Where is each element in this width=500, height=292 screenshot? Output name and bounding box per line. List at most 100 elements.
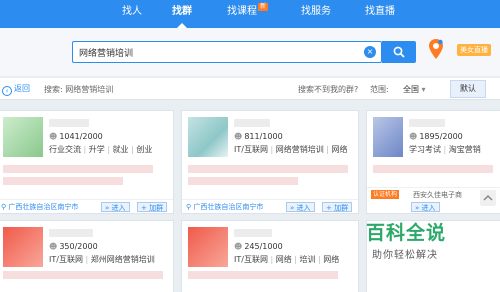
member-count-text: 811/1000 bbox=[244, 132, 283, 141]
enter-button[interactable]: » 进入 bbox=[411, 202, 440, 212]
description-blurred bbox=[188, 271, 338, 279]
group-tags: 行业交流升学就业创业 bbox=[49, 144, 152, 155]
results-grid: ☻1041/2000 行业交流升学就业创业 ⚲ 广西壮族自治区南宁市 » 进入 … bbox=[0, 106, 500, 292]
enter-label: 进入 bbox=[421, 204, 436, 212]
group-avatar bbox=[188, 117, 228, 157]
people-icon: ☻ bbox=[49, 132, 58, 141]
new-badge: 新 bbox=[258, 3, 269, 11]
scroll-to-top-button[interactable] bbox=[480, 190, 496, 206]
group-location-text: 广西壮族自治区南宁市 bbox=[8, 203, 79, 211]
tag: 网络 bbox=[268, 255, 292, 264]
tab-find-groups[interactable]: 找群 bbox=[160, 0, 204, 28]
watermark-logo: 百科全说 助你轻松解决 bbox=[366, 216, 476, 264]
tag: 网络 bbox=[316, 255, 340, 264]
description-blurred bbox=[3, 271, 163, 279]
group-tags: 学习考试淘宝营销 bbox=[409, 144, 481, 155]
tag: IT/互联网 bbox=[49, 255, 83, 264]
group-card[interactable]: ☻1041/2000 行业交流升学就业创业 ⚲ 广西壮族自治区南宁市 » 进入 … bbox=[0, 110, 174, 214]
group-location: ⚲ 广西壮族自治区南宁市 bbox=[186, 203, 264, 211]
group-card[interactable]: ☻245/1000 IT/互联网网络培训网络 bbox=[181, 220, 359, 292]
description-blurred bbox=[3, 177, 123, 185]
group-avatar bbox=[3, 117, 43, 157]
people-icon: ☻ bbox=[49, 242, 58, 251]
tag: 创业 bbox=[129, 145, 153, 154]
group-tags: IT/互联网网络营销培训网络 bbox=[234, 144, 348, 155]
tag: 学习考试 bbox=[409, 145, 441, 154]
member-count: ☻ 350/2000 bbox=[49, 242, 98, 251]
group-avatar bbox=[373, 117, 403, 157]
tag: 网络营销培训 bbox=[268, 145, 324, 154]
watermark-subtitle: 助你轻松解决 bbox=[372, 250, 438, 261]
filter-bar: ‹返回 搜索: 网络营销培训 搜索不到我的群? 范围: 全国 默认 bbox=[0, 78, 500, 100]
member-count: ☻ 811/1000 bbox=[234, 132, 283, 141]
group-card[interactable]: ☻811/1000 IT/互联网网络营销培训网络 ⚲ 广西壮族自治区南宁市 » … bbox=[181, 110, 359, 214]
card-footer: ⚲ 广西壮族自治区南宁市 » 进入 + 加群 bbox=[182, 199, 358, 213]
member-count-text: 350/2000 bbox=[59, 242, 98, 251]
map-pin-icon[interactable] bbox=[428, 38, 444, 60]
people-icon: ☻ bbox=[234, 132, 243, 141]
description-blurred bbox=[3, 165, 153, 173]
group-name-blurred bbox=[49, 229, 93, 237]
chevron-up-icon bbox=[483, 194, 493, 201]
search-button[interactable] bbox=[382, 41, 416, 63]
search-input[interactable] bbox=[79, 45, 359, 59]
group-tags: IT/互联网郑州网络营销培训 bbox=[49, 254, 155, 265]
card-footer: ⚲ 广西壮族自治区南宁市 » 进入 + 加群 bbox=[0, 199, 173, 213]
back-label: 返回 bbox=[14, 84, 30, 93]
description-blurred bbox=[188, 165, 348, 173]
tag: 升学 bbox=[81, 145, 105, 154]
not-found-link[interactable]: 搜索不到我的群? bbox=[298, 84, 358, 95]
tab-find-courses-label: 找课程 bbox=[227, 6, 257, 17]
group-name-blurred bbox=[234, 119, 270, 127]
live-badge[interactable]: 美女直播 bbox=[457, 44, 491, 56]
member-count-text: 245/1000 bbox=[244, 242, 283, 251]
watermark-title: 百科全说 bbox=[366, 222, 447, 244]
tag: 培训 bbox=[292, 255, 316, 264]
join-label: 加群 bbox=[149, 204, 164, 212]
join-group-button[interactable]: + 加群 bbox=[137, 202, 168, 212]
back-arrow-icon: ‹ bbox=[2, 86, 12, 96]
group-name-blurred bbox=[234, 229, 272, 237]
description-blurred bbox=[188, 177, 298, 185]
group-card[interactable]: ☻350/2000 IT/互联网郑州网络营销培训 bbox=[0, 220, 174, 292]
member-count-text: 1895/2000 bbox=[419, 132, 463, 141]
range-label: 范围: bbox=[370, 85, 389, 94]
certified-badge: 认证机构 bbox=[371, 190, 400, 199]
enter-button[interactable]: » 进入 bbox=[101, 202, 130, 212]
tag: IT/互联网 bbox=[234, 145, 268, 154]
tag: 就业 bbox=[105, 145, 129, 154]
sort-default-button[interactable]: 默认 bbox=[450, 80, 486, 98]
join-label: 加群 bbox=[334, 204, 349, 212]
tag: 网络 bbox=[324, 145, 348, 154]
group-name-blurred bbox=[409, 119, 445, 127]
member-count: ☻ 245/1000 bbox=[234, 242, 283, 251]
group-avatar bbox=[188, 227, 228, 267]
back-button[interactable]: ‹ 返回 bbox=[2, 83, 30, 96]
join-group-button[interactable]: + 加群 bbox=[322, 202, 353, 212]
enter-label: 进入 bbox=[111, 204, 126, 212]
tag: IT/互联网 bbox=[234, 255, 268, 264]
search-box: × bbox=[72, 41, 382, 63]
search-icon bbox=[393, 46, 405, 58]
search-band: × 美女直播 bbox=[0, 28, 500, 76]
range-select[interactable]: 全国 bbox=[403, 84, 426, 95]
tag: 行业交流 bbox=[49, 145, 81, 154]
member-count: ☻ 1041/2000 bbox=[49, 132, 103, 141]
description-blurred bbox=[373, 165, 493, 173]
group-location: ⚲ 广西壮族自治区南宁市 bbox=[1, 203, 79, 211]
clear-icon[interactable]: × bbox=[364, 46, 376, 58]
group-location: 西安久佳电子商 bbox=[413, 191, 462, 199]
group-avatar bbox=[3, 227, 43, 267]
group-name-blurred bbox=[49, 119, 89, 127]
enter-button[interactable]: » 进入 bbox=[286, 202, 315, 212]
group-tags: IT/互联网网络培训网络 bbox=[234, 254, 339, 265]
people-icon: ☻ bbox=[234, 242, 243, 251]
people-icon: ☻ bbox=[409, 132, 418, 141]
tab-find-services[interactable]: 找服务 bbox=[288, 0, 344, 28]
search-summary: 搜索: 网络营销培训 bbox=[44, 85, 114, 94]
member-count-text: 1041/2000 bbox=[59, 132, 103, 141]
tag: 淘宝营销 bbox=[441, 145, 481, 154]
top-nav: 找人 找群 找课程 新 找服务 找直播 bbox=[0, 0, 500, 28]
tab-find-people[interactable]: 找人 bbox=[110, 0, 154, 28]
tab-find-live[interactable]: 找直播 bbox=[352, 0, 408, 28]
